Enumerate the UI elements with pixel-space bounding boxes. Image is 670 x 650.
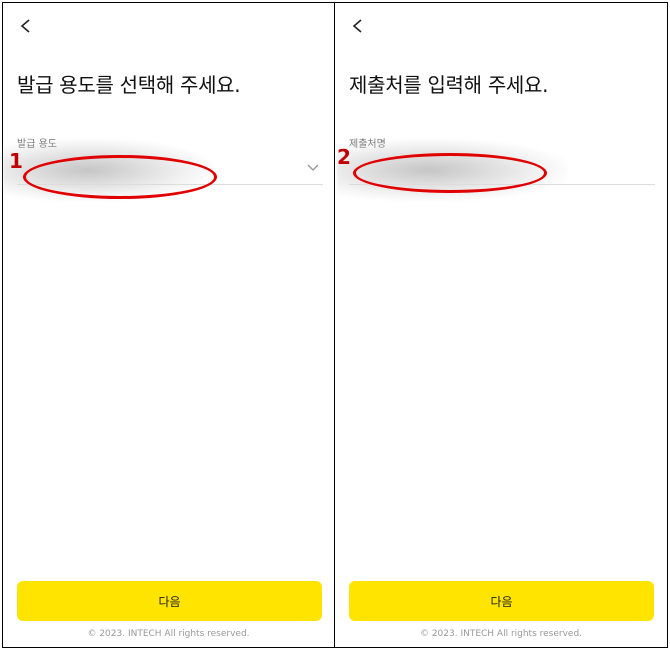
copyright-footer: © 2023. INTECH All rights reserved. (419, 629, 583, 639)
annotation-number: 2 (337, 145, 351, 169)
chevron-left-icon (352, 19, 362, 33)
back-button[interactable] (13, 13, 39, 39)
field-label: 발급 용도 (17, 139, 57, 150)
recipient-field[interactable] (349, 151, 659, 186)
back-button[interactable] (345, 13, 371, 39)
next-button[interactable]: 다음 (349, 581, 654, 621)
chevron-left-icon (20, 19, 30, 33)
screen-recipient-input: 제출처를 입력해 주세요. 제출처명 2 다음 © 2023. INTECH A… (335, 3, 667, 647)
copyright-footer: © 2023. INTECH All rights reserved. (87, 629, 250, 639)
screen-purpose-select: 발급 용도를 선택해 주세요. 발급 용도 1 다음 © 2023. INTEC… (3, 3, 335, 647)
purpose-dropdown[interactable] (17, 151, 327, 186)
recipient-name-input[interactable] (349, 151, 659, 186)
field-label: 제출처명 (349, 139, 386, 150)
annotation-number: 1 (9, 149, 23, 173)
screenshot-frame: 발급 용도를 선택해 주세요. 발급 용도 1 다음 © 2023. INTEC… (2, 2, 668, 648)
page-title: 발급 용도를 선택해 주세요. (17, 73, 241, 97)
page-title: 제출처를 입력해 주세요. (349, 73, 549, 97)
chevron-down-icon[interactable] (305, 159, 321, 175)
next-button[interactable]: 다음 (17, 581, 322, 621)
purpose-select-input[interactable] (17, 151, 327, 186)
